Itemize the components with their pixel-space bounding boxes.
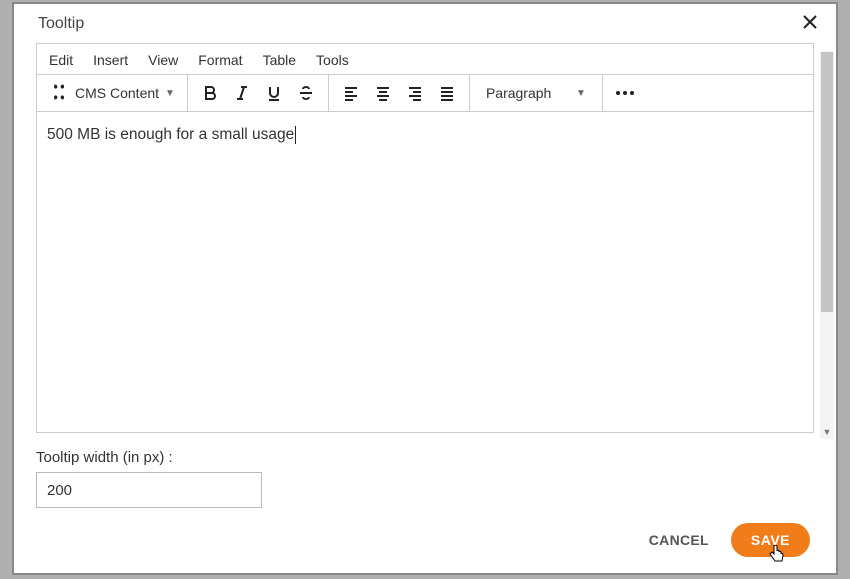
cancel-button[interactable]: CANCEL xyxy=(649,532,709,548)
chevron-down-icon: ▼ xyxy=(576,88,586,99)
modal-title: Tooltip xyxy=(38,15,84,33)
toolbar-group-align xyxy=(329,75,470,111)
menu-tools[interactable]: Tools xyxy=(316,52,349,68)
align-left-button[interactable] xyxy=(335,77,367,109)
menu-view[interactable]: View xyxy=(148,52,178,68)
text-caret xyxy=(295,126,296,144)
toolbar-group-more xyxy=(603,75,647,111)
tooltip-width-input[interactable] xyxy=(36,472,262,508)
scrollbar-down-arrow[interactable]: ▼ xyxy=(820,425,834,439)
cms-content-label: CMS Content xyxy=(75,85,159,101)
ellipsis-icon xyxy=(616,91,634,95)
chevron-down-icon: ▼ xyxy=(165,88,175,99)
tooltip-modal: Tooltip Edit Insert View Format Table To… xyxy=(12,2,838,575)
editor-container: Edit Insert View Format Table Tools CMS … xyxy=(36,43,814,433)
editor-content-area[interactable]: 500 MB is enough for a small usage xyxy=(37,112,813,432)
editor-text: 500 MB is enough for a small usage xyxy=(47,126,294,143)
modal-header: Tooltip xyxy=(14,4,836,43)
italic-button[interactable] xyxy=(226,77,258,109)
joomla-icon xyxy=(49,82,69,105)
editor-toolbar: CMS Content ▼ Paragraph ▼ xyxy=(37,74,813,112)
scrollbar-thumb[interactable] xyxy=(821,52,833,312)
cms-content-button[interactable]: CMS Content ▼ xyxy=(43,82,181,105)
editor-menubar: Edit Insert View Format Table Tools xyxy=(37,44,813,74)
editor-scrollbar[interactable]: ▼ xyxy=(820,51,834,439)
toolbar-group-text xyxy=(188,75,329,111)
align-center-button[interactable] xyxy=(367,77,399,109)
bold-button[interactable] xyxy=(194,77,226,109)
save-button-label: SAVE xyxy=(751,532,790,548)
menu-edit[interactable]: Edit xyxy=(49,52,73,68)
more-button[interactable] xyxy=(609,77,641,109)
underline-button[interactable] xyxy=(258,77,290,109)
width-field-section: Tooltip width (in px) : xyxy=(14,433,836,508)
menu-insert[interactable]: Insert xyxy=(93,52,128,68)
paragraph-format-label: Paragraph xyxy=(486,85,551,101)
toolbar-group-format: Paragraph ▼ xyxy=(470,75,603,111)
tooltip-width-label: Tooltip width (in px) : xyxy=(36,449,814,466)
align-justify-button[interactable] xyxy=(431,77,463,109)
save-button[interactable]: SAVE xyxy=(731,523,810,557)
modal-buttons: CANCEL SAVE xyxy=(649,523,810,557)
cursor-hand-icon xyxy=(769,545,785,568)
strikethrough-button[interactable] xyxy=(290,77,322,109)
menu-table[interactable]: Table xyxy=(263,52,296,68)
align-right-button[interactable] xyxy=(399,77,431,109)
menu-format[interactable]: Format xyxy=(198,52,242,68)
close-icon[interactable] xyxy=(798,10,822,37)
paragraph-format-select[interactable]: Paragraph ▼ xyxy=(476,85,596,101)
toolbar-group-cms: CMS Content ▼ xyxy=(37,75,188,111)
